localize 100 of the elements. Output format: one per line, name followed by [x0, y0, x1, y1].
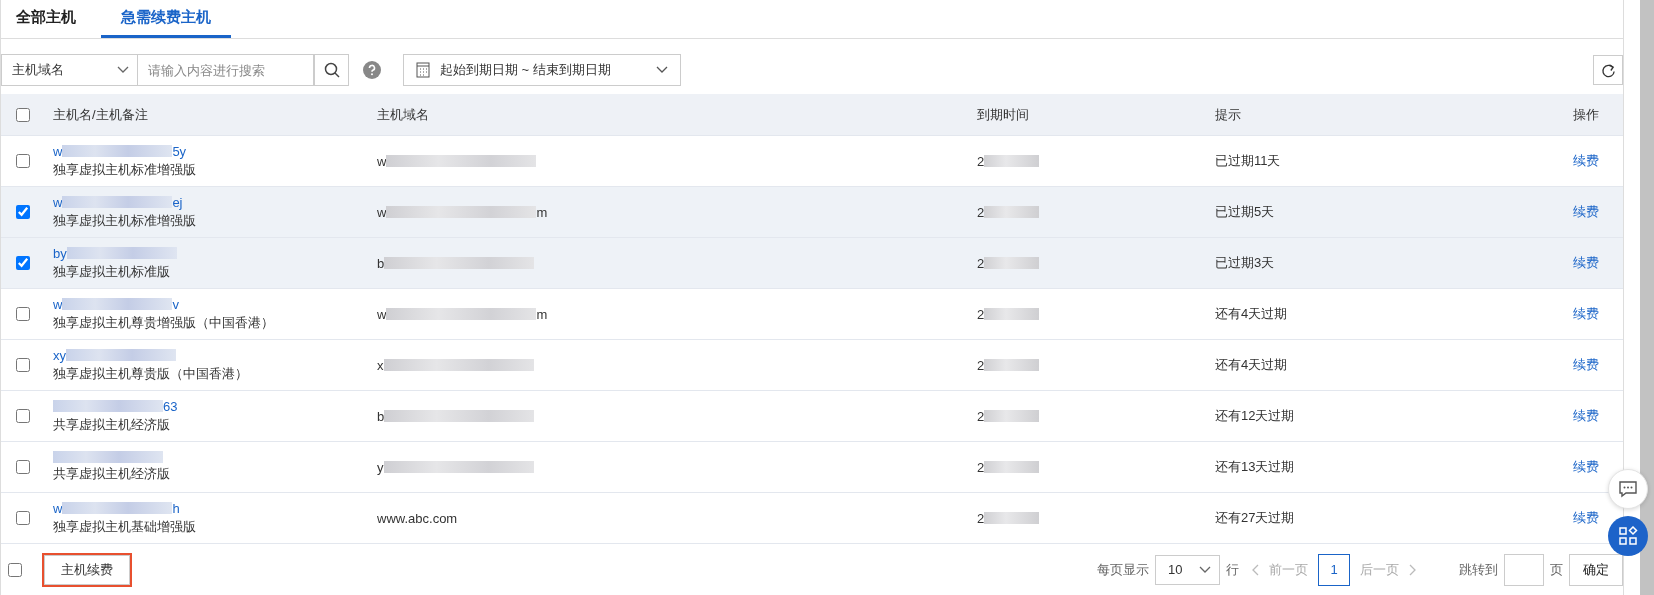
chevron-icon: [117, 66, 129, 74]
search-field[interactable]: 请输入内容进行搜索: [138, 54, 314, 86]
row-checkbox[interactable]: [16, 205, 30, 219]
row-checkbox[interactable]: [16, 460, 30, 474]
table-cell: 还有27天过期: [1215, 509, 1295, 527]
confirm-button[interactable]: 确定: [1569, 553, 1623, 586]
host-name[interactable]: h: [172, 500, 180, 516]
renew-link[interactable]: 续费: [1573, 407, 1599, 425]
chat-icon: [1618, 480, 1638, 498]
table-cell: x: [377, 357, 384, 373]
blurred-text: [984, 206, 1040, 218]
table-cell: 2: [977, 510, 985, 526]
blurred-text: [984, 308, 1040, 320]
table-cell: m: [536, 306, 548, 322]
row-checkbox[interactable]: [16, 409, 30, 423]
column-header: 主机域名: [376, 105, 430, 124]
row-checkbox[interactable]: [16, 154, 30, 168]
blurred-text: [984, 410, 1040, 422]
page-size-select[interactable]: 10: [1155, 554, 1220, 585]
host-name[interactable]: by: [53, 245, 67, 261]
renew-link[interactable]: 续费: [1573, 254, 1599, 272]
table-cell: 2: [977, 204, 985, 220]
row-checkbox[interactable]: [16, 511, 30, 525]
date-range-picker[interactable]: 起始到期日期 ~ 结束到期日期: [403, 54, 681, 86]
scrollbar[interactable]: [1640, 0, 1654, 595]
select-all-checkbox[interactable]: [8, 562, 22, 577]
host-name[interactable]: w: [53, 500, 63, 516]
apps-icon: [1618, 526, 1638, 546]
renew-link[interactable]: 续费: [1573, 509, 1599, 527]
renew-link[interactable]: 续费: [1573, 458, 1599, 476]
host-plan: 共享虚拟主机经济版: [53, 465, 171, 483]
row-checkbox[interactable]: [16, 307, 30, 321]
table-cell: 2: [977, 153, 985, 169]
row-checkbox[interactable]: [16, 358, 30, 372]
renew-button[interactable]: 主机续费: [44, 554, 130, 585]
chevron-right-icon: [1409, 563, 1417, 576]
table-cell: 2: [977, 408, 985, 424]
table-cell: w: [377, 306, 387, 322]
search-button[interactable]: [314, 54, 349, 86]
row-checkbox[interactable]: [16, 256, 30, 270]
blurred-text: [984, 257, 1040, 269]
host-name[interactable]: w: [53, 296, 63, 312]
host-name[interactable]: w: [53, 194, 63, 210]
host-name[interactable]: ej: [172, 194, 183, 210]
host-plan: 独享虚拟主机尊贵增强版（中国香港）: [53, 313, 275, 332]
table-cell: 2: [977, 357, 985, 373]
select-all-checkbox[interactable]: [16, 107, 30, 122]
calendar-icon: [416, 62, 430, 78]
host-plan: 独享虚拟主机尊贵版（中国香港）: [53, 364, 249, 383]
rows-label: 行: [1226, 560, 1239, 579]
page-label: 页: [1550, 560, 1563, 579]
apps-button[interactable]: [1608, 516, 1648, 556]
refresh-button[interactable]: [1593, 55, 1623, 85]
renew-link[interactable]: 续费: [1573, 203, 1599, 221]
table-cell: 还有13天过期: [1215, 458, 1295, 476]
tab[interactable]: 全部主机: [3, 0, 89, 38]
chevron-icon: [656, 66, 668, 74]
table-cell: 还有4天过期: [1215, 356, 1288, 374]
table-cell: 2: [977, 306, 985, 322]
host-plan: 共享虚拟主机经济版: [53, 415, 171, 434]
field-select[interactable]: 主机域名: [1, 54, 138, 86]
chevron-left-icon: [1251, 563, 1259, 576]
blurred-text: [984, 155, 1040, 167]
table-cell: 还有12天过期: [1215, 407, 1295, 425]
table-cell: 还有4天过期: [1215, 305, 1288, 323]
table-cell: w: [377, 153, 387, 169]
table-cell: 已过期5天: [1215, 203, 1275, 221]
host-name[interactable]: 63: [163, 398, 178, 414]
host-plan: 独享虚拟主机标准版: [53, 262, 171, 281]
renew-link[interactable]: 续费: [1573, 305, 1599, 323]
host-name[interactable]: v: [172, 296, 179, 312]
tab[interactable]: 急需续费主机: [101, 0, 231, 38]
help-icon[interactable]: [363, 61, 381, 79]
host-plan: 独享虚拟主机基础增强版: [53, 517, 197, 536]
page-input[interactable]: [1504, 553, 1544, 586]
blurred-text: [984, 359, 1040, 371]
host-plan: 独享虚拟主机标准增强版: [53, 211, 197, 230]
host-name[interactable]: 5y: [172, 143, 187, 159]
host-plan: 独享虚拟主机标准增强版: [53, 160, 197, 179]
renew-link[interactable]: 续费: [1573, 356, 1599, 374]
blurred-text: [984, 461, 1040, 473]
column-header: 到期时间: [976, 105, 1030, 124]
column-header: 主机名/主机备注: [52, 105, 149, 124]
table-cell: b: [377, 408, 385, 424]
column-header: 操作: [1572, 105, 1600, 124]
table-cell: 2: [977, 459, 985, 475]
table-cell: www.abc.com: [377, 510, 458, 526]
table-cell: 2: [977, 255, 985, 271]
renew-link[interactable]: 续费: [1573, 152, 1599, 170]
table-cell: 已过期11天: [1215, 152, 1281, 170]
table-cell: m: [536, 204, 548, 220]
host-name[interactable]: xy: [53, 347, 66, 363]
table-cell: 已过期3天: [1215, 254, 1275, 272]
column-header: 提示: [1214, 105, 1242, 124]
chat-button[interactable]: [1608, 469, 1648, 509]
search-icon: [323, 62, 340, 78]
blurred-text: [984, 512, 1040, 524]
host-name[interactable]: w: [53, 143, 63, 159]
page-button[interactable]: 1: [1318, 553, 1350, 586]
per-page-label: 每页显示: [1097, 560, 1149, 579]
